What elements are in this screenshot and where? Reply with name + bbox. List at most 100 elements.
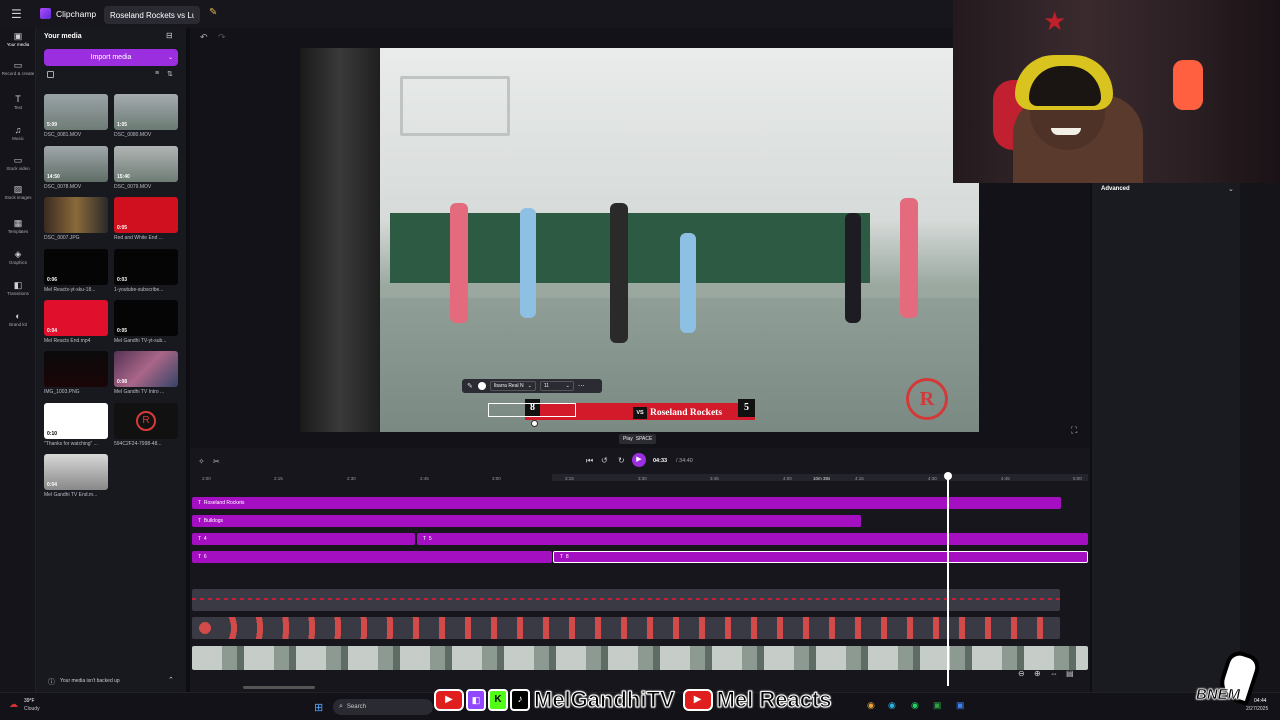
media-thumb[interactable] xyxy=(44,197,108,233)
clip-label: 4 xyxy=(203,536,207,542)
timeline-settings-icon[interactable]: ▤ xyxy=(1066,669,1074,678)
rail-item-stock-images[interactable]: ▨ Stock images xyxy=(0,184,36,200)
weather-icon: ☁ xyxy=(9,699,18,709)
media-name: DSC_0007.JPG xyxy=(44,235,80,241)
media-duration: 0:06 xyxy=(47,277,58,283)
bnem-logo: BNEM xyxy=(1196,647,1263,718)
rail-item-graphics[interactable]: ◈ Graphics xyxy=(0,249,36,265)
redo-icon[interactable]: ↷ xyxy=(218,32,226,43)
media-icon: ▣ xyxy=(13,31,23,41)
media-name: Red and White End ... xyxy=(114,235,163,241)
fullscreen-icon[interactable]: ⛶ xyxy=(1071,425,1077,436)
zoom-out-icon[interactable]: ⊖ xyxy=(1018,669,1025,678)
media-name: Mel Gandhi TV-yt-sub... xyxy=(114,338,167,344)
text-color-swatch[interactable] xyxy=(477,382,486,390)
media-thumb[interactable]: 14:50 xyxy=(44,146,108,182)
select-all-checkbox[interactable] xyxy=(47,71,54,78)
rail-item-text[interactable]: T Text xyxy=(0,94,36,110)
clip-label: 5 xyxy=(428,536,432,542)
media-thumb[interactable]: 0:04 xyxy=(44,300,108,336)
media-name: Mel Reacts End.mp4 xyxy=(44,338,91,344)
rail-item-brand-kit[interactable]: ◐ Brand kit xyxy=(0,311,36,327)
rail-item-stock-video[interactable]: ▭ Stock video xyxy=(0,155,36,171)
rewind-5-icon[interactable]: ↺ xyxy=(601,456,608,465)
taskbar-search[interactable]: ⌕ Search xyxy=(333,699,433,715)
font-select[interactable]: Ibarra Real N ⌄ xyxy=(489,381,536,391)
undo-icon[interactable]: ↶ xyxy=(200,32,208,43)
video-clip[interactable] xyxy=(192,646,1088,670)
rail-item-templates[interactable]: ▦ Templates xyxy=(0,218,36,234)
zoom-in-icon[interactable]: ⊕ xyxy=(1034,669,1041,678)
media-name: DSC_0080.MOV xyxy=(114,132,152,138)
chevron-up-icon[interactable]: ⌃ xyxy=(168,676,174,684)
media-thumb[interactable] xyxy=(44,351,108,387)
chevron-down-icon[interactable]: ⌄ xyxy=(168,54,173,61)
media-thumb[interactable]: 5:09 xyxy=(44,94,108,130)
media-thumb[interactable]: 0:05 xyxy=(114,300,178,336)
overlay-clip[interactable] xyxy=(192,589,1060,611)
skip-back-icon[interactable]: ⏮ xyxy=(586,456,593,466)
weather-temp: 39°F xyxy=(24,698,35,704)
media-thumb[interactable]: 0:05 xyxy=(114,197,178,233)
timeline-scrollbar[interactable] xyxy=(243,686,315,689)
total-time: / 34:40 xyxy=(676,458,693,464)
app-icon[interactable]: ▣ xyxy=(933,700,942,711)
scoreboard-overlay[interactable]: 8 VS Roseland Rockets 5 xyxy=(488,399,755,427)
rotate-handle[interactable] xyxy=(531,420,538,427)
windows-start-icon[interactable]: ⊞ xyxy=(314,701,323,714)
playhead-handle[interactable] xyxy=(944,472,952,480)
menu-icon[interactable]: ☰ xyxy=(11,7,22,21)
media-thumb[interactable]: 0:04 xyxy=(44,454,108,490)
more-options-icon[interactable]: ⋯ xyxy=(578,382,585,390)
rail-item-music[interactable]: ♫ Music xyxy=(0,125,36,141)
text-clip[interactable]: T Roseland Rockets xyxy=(192,497,1061,509)
chrome-icon[interactable]: ◉ xyxy=(867,700,875,711)
text-clip[interactable]: T 4 xyxy=(192,533,415,545)
import-media-button[interactable]: Import media ⌄ xyxy=(44,49,178,66)
text-clip[interactable]: T Bulldogs xyxy=(192,515,861,527)
split-icon[interactable]: ✂ xyxy=(213,457,220,466)
orange-light xyxy=(1173,60,1203,110)
rail-item-record[interactable]: ▭ Record & create xyxy=(0,60,36,76)
playhead[interactable] xyxy=(947,476,949,686)
text-clip[interactable]: T 6 xyxy=(192,551,552,563)
text-clip[interactable]: T 5 xyxy=(417,533,1088,545)
rail-label: Music xyxy=(12,136,24,141)
chevron-down-icon[interactable]: ⌄ xyxy=(1228,185,1234,193)
player xyxy=(845,213,861,323)
media-thumb[interactable]: 0:06 xyxy=(44,249,108,285)
media-thumb[interactable]: 15:40 xyxy=(114,146,178,182)
sort-icon[interactable]: ⇅ xyxy=(167,70,173,78)
fit-timeline-icon[interactable]: ⇔ xyxy=(1050,669,1058,678)
media-thumb[interactable]: 0:03 xyxy=(114,249,178,285)
app-title: Clipchamp xyxy=(56,9,97,19)
media-thumb[interactable]: 1:05 xyxy=(114,94,178,130)
app-icon[interactable]: ▣ xyxy=(956,700,965,711)
media-name: Mel Reacts-yt-sku-18... xyxy=(44,287,96,293)
play-button[interactable]: ▶ xyxy=(632,453,646,467)
forward-5-icon[interactable]: ↻ xyxy=(618,456,625,465)
away-score: 5 xyxy=(738,399,755,417)
import-media-label: Import media xyxy=(90,54,132,61)
collapse-panel-icon[interactable]: ⊟ xyxy=(166,31,173,40)
media-thumb[interactable]: R xyxy=(114,403,178,439)
rail-item-your-media[interactable]: ▣ Your media xyxy=(0,31,36,47)
magic-icon[interactable]: ✧ xyxy=(198,457,205,466)
text-clip-selected[interactable]: T 8 xyxy=(553,551,1088,563)
referee xyxy=(610,203,628,343)
tags-icon[interactable]: ✎ xyxy=(209,7,217,18)
edge-icon[interactable]: ◉ xyxy=(888,700,896,711)
clip-label: Roseland Rockets xyxy=(203,500,245,506)
font-size-select[interactable]: 11 ⌄ xyxy=(539,381,574,391)
media-thumb[interactable]: 0:10 xyxy=(44,403,108,439)
project-name-tab[interactable]: Roseland Rockets vs Lucky L xyxy=(104,6,200,24)
filter-icon[interactable]: ≡ xyxy=(155,70,159,77)
graphics-icon: ◈ xyxy=(14,249,22,259)
media-thumb[interactable]: 0:08 xyxy=(114,351,178,387)
rail-item-transitions[interactable]: ◧ Transitions xyxy=(0,280,36,296)
media-duration: 15:40 xyxy=(117,174,130,180)
edit-pencil-icon[interactable]: ✎ xyxy=(467,382,473,390)
spotify-icon[interactable]: ◉ xyxy=(911,700,919,711)
logo-clip[interactable] xyxy=(192,617,1060,639)
video-preview[interactable]: R xyxy=(300,48,979,432)
